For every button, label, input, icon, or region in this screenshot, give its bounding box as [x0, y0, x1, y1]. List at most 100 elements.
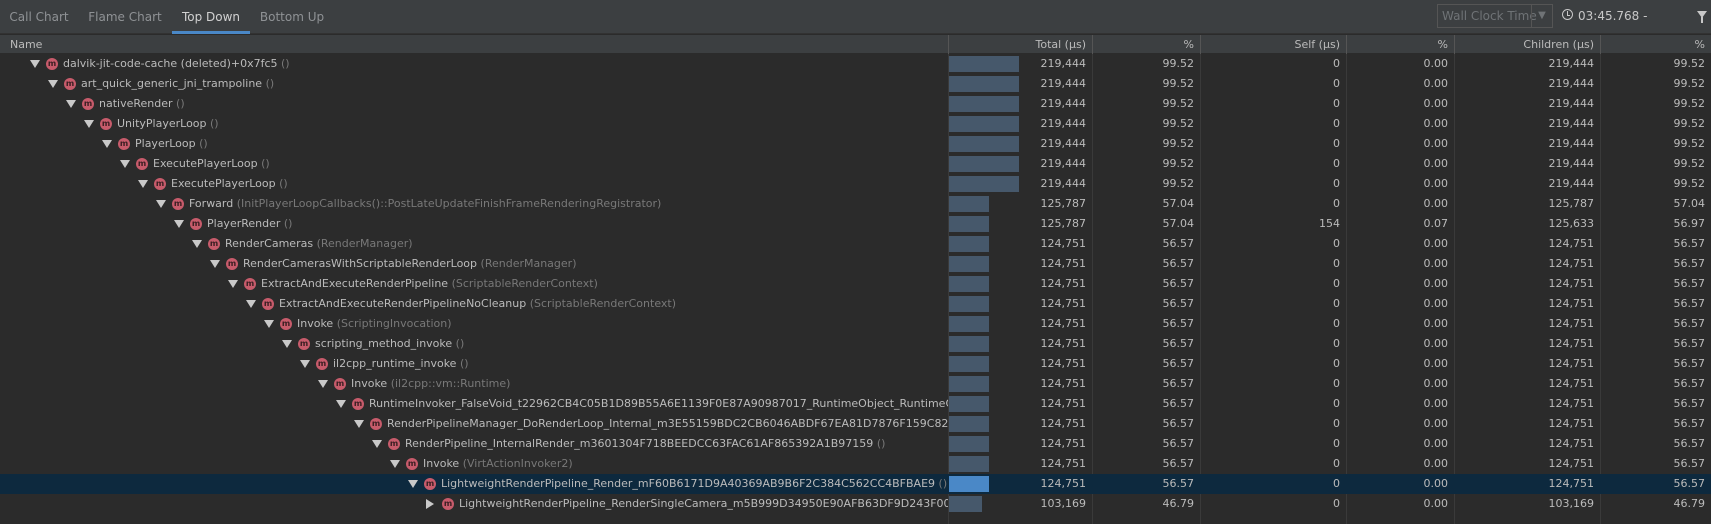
- clock-type-select[interactable]: Wall Clock Time ▼: [1437, 4, 1553, 28]
- table-row[interactable]: m RenderCameras (RenderManager) 124,751 56.…: [0, 234, 1711, 254]
- collapse-arrow-icon[interactable]: [390, 460, 400, 468]
- total-percent-cell: 56.57: [1162, 297, 1195, 310]
- collapse-arrow-icon[interactable]: [300, 360, 310, 368]
- collapse-arrow-icon[interactable]: [264, 320, 274, 328]
- total-cell: 124,751: [1040, 397, 1087, 410]
- collapse-arrow-icon[interactable]: [354, 420, 364, 428]
- function-label: art_quick_generic_jni_trampoline (): [81, 74, 274, 94]
- collapse-arrow-icon[interactable]: [372, 440, 382, 448]
- column-header-children-percent[interactable]: %: [1600, 35, 1711, 55]
- table-row[interactable]: m Invoke (ScriptingInvocation) 124,751 56.5…: [0, 314, 1711, 334]
- total-cell: 125,787: [1040, 197, 1087, 210]
- self-percent-cell: 0.00: [1423, 497, 1449, 510]
- total-cell: 124,751: [1040, 377, 1087, 390]
- collapse-arrow-icon[interactable]: [192, 240, 202, 248]
- clock-icon: [1562, 9, 1573, 20]
- clock-type-value: Wall Clock Time: [1442, 9, 1537, 23]
- table-row[interactable]: m art_quick_generic_jni_trampoline () 219,…: [0, 74, 1711, 94]
- chevron-down-icon[interactable]: ▼: [1531, 5, 1552, 27]
- children-cell: 124,751: [1548, 477, 1595, 490]
- collapse-arrow-icon[interactable]: [282, 340, 292, 348]
- table-row[interactable]: m RenderPipelineManager_DoRenderLoop_Inte…: [0, 414, 1711, 434]
- table-row[interactable]: m il2cpp_runtime_invoke () 124,751 56.57 0 0.…: [0, 354, 1711, 374]
- table-row[interactable]: m PlayerLoop () 219,444 99.52 0 0.00 219,444 99…: [0, 134, 1711, 154]
- column-header-total-percent[interactable]: %: [1092, 35, 1200, 55]
- collapse-arrow-icon[interactable]: [336, 400, 346, 408]
- self-cell: 0: [1333, 197, 1340, 210]
- total-percent-cell: 56.57: [1162, 357, 1195, 370]
- table-row[interactable]: m PlayerRender () 125,787 57.04 154 0.07 125,6…: [0, 214, 1711, 234]
- self-cell: 0: [1333, 397, 1340, 410]
- table-row[interactable]: m ExecutePlayerLoop () 219,444 99.52 0 0.00 21…: [0, 154, 1711, 174]
- collapse-arrow-icon[interactable]: [210, 260, 220, 268]
- children-percent-cell: 57.04: [1673, 197, 1706, 210]
- table-row[interactable]: m ExecutePlayerLoop () 219,444 99.52 0 0.00 21…: [0, 174, 1711, 194]
- collapse-arrow-icon[interactable]: [246, 300, 256, 308]
- tab-bottom-up[interactable]: Bottom Up: [250, 0, 334, 34]
- column-header-total[interactable]: Total (µs): [948, 35, 1092, 55]
- function-name: RenderCamerasWithScriptableRenderLoop: [243, 257, 478, 270]
- function-name: art_quick_generic_jni_trampoline: [81, 77, 263, 90]
- self-percent-cell: 0.00: [1423, 237, 1449, 250]
- children-cell: 219,444: [1548, 57, 1595, 70]
- self-percent-cell: 0.00: [1423, 257, 1449, 270]
- column-header-self-percent[interactable]: %: [1346, 35, 1454, 55]
- tab-call-chart[interactable]: Call Chart: [0, 0, 78, 34]
- total-percent-cell: 56.57: [1162, 377, 1195, 390]
- table-row[interactable]: m RuntimeInvoker_FalseVoid_t22962CB4C05B1…: [0, 394, 1711, 414]
- function-label: dalvik-jit-code-cache (deleted)+0x7fc5 (…: [63, 54, 290, 74]
- children-cell: 219,444: [1548, 137, 1595, 150]
- total-percent-cell: 99.52: [1162, 157, 1195, 170]
- table-row[interactable]: m nativeRender () 219,444 99.52 0 0.00 219,444…: [0, 94, 1711, 114]
- collapse-arrow-icon[interactable]: [228, 280, 238, 288]
- self-percent-cell: 0.00: [1423, 117, 1449, 130]
- table-row[interactable]: m ExtractAndExecuteRenderPipeline (Script…: [0, 274, 1711, 294]
- collapse-arrow-icon[interactable]: [174, 220, 184, 228]
- name-cell: m scripting_method_invoke (): [0, 334, 948, 354]
- collapse-arrow-icon[interactable]: [408, 480, 418, 488]
- expand-arrow-icon[interactable]: [426, 499, 434, 509]
- column-header-self[interactable]: Self (µs): [1200, 35, 1346, 55]
- table-row[interactable]: m UnityPlayerLoop () 219,444 99.52 0 0.00 219,…: [0, 114, 1711, 134]
- children-percent-cell: 56.57: [1673, 477, 1706, 490]
- function-name: dalvik-jit-code-cache (deleted)+0x7fc5: [63, 57, 278, 70]
- function-name: scripting_method_invoke: [315, 337, 453, 350]
- collapse-arrow-icon[interactable]: [102, 140, 112, 148]
- name-cell: m LightweightRenderPipeline_RenderSingleC…: [0, 494, 948, 514]
- column-header-name[interactable]: Name: [0, 35, 948, 54]
- table-row[interactable]: m Invoke (VirtActionInvoker2) 124,751 56.57…: [0, 454, 1711, 474]
- total-percent-cell: 56.57: [1162, 257, 1195, 270]
- method-icon: m: [136, 158, 148, 170]
- table-row[interactable]: m Forward (InitPlayerLoopCallbacks()::Pos…: [0, 194, 1711, 214]
- table-row[interactable]: m Invoke (il2cpp::vm::Runtime) 124,751 56.5…: [0, 374, 1711, 394]
- table-row[interactable]: m scripting_method_invoke () 124,751 56.57 0…: [0, 334, 1711, 354]
- table-row[interactable]: m dalvik-jit-code-cache (deleted)+0x7fc5 …: [0, 54, 1711, 74]
- name-cell: m UnityPlayerLoop (): [0, 114, 948, 134]
- table-row[interactable]: m ExtractAndExecuteRenderPipelineNoCleanu…: [0, 294, 1711, 314]
- self-percent-cell: 0.00: [1423, 417, 1449, 430]
- collapse-arrow-icon[interactable]: [120, 160, 130, 168]
- self-cell: 0: [1333, 297, 1340, 310]
- collapse-arrow-icon[interactable]: [48, 80, 58, 88]
- filter-icon[interactable]: [1697, 11, 1707, 23]
- function-class: (): [459, 357, 469, 370]
- self-cell: 0: [1333, 417, 1340, 430]
- collapse-arrow-icon[interactable]: [66, 100, 76, 108]
- table-row[interactable]: m LightweightRenderPipeline_RenderSingleC…: [0, 494, 1711, 514]
- column-header-children[interactable]: Children (µs): [1454, 35, 1600, 55]
- name-cell: m RenderCamerasWithScriptableRenderLoop (…: [0, 254, 948, 274]
- collapse-arrow-icon[interactable]: [30, 60, 40, 68]
- table-row[interactable]: m RenderPipeline_InternalRender_m3601304F…: [0, 434, 1711, 454]
- collapse-arrow-icon[interactable]: [84, 120, 94, 128]
- collapse-arrow-icon[interactable]: [318, 380, 328, 388]
- method-icon: m: [442, 498, 454, 510]
- children-percent-cell: 56.57: [1673, 377, 1706, 390]
- table-row[interactable]: m RenderCamerasWithScriptableRenderLoop (…: [0, 254, 1711, 274]
- tab-top-down[interactable]: Top Down: [172, 0, 250, 34]
- tab-flame-chart[interactable]: Flame Chart: [78, 0, 172, 34]
- name-cell: m PlayerLoop (): [0, 134, 948, 154]
- collapse-arrow-icon[interactable]: [138, 180, 148, 188]
- collapse-arrow-icon[interactable]: [156, 200, 166, 208]
- total-percent-cell: 57.04: [1162, 217, 1195, 230]
- table-row-selected[interactable]: m LightweightRenderPipeline_Render_mF60B6…: [0, 474, 1711, 494]
